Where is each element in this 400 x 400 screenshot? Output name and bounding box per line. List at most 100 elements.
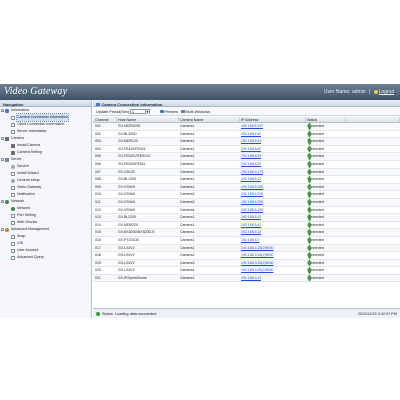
table-row[interactable]: 016 GV-PTZ010D Camera1 192.168.5.7 Connected [93, 236, 400, 245]
ip-address-link[interactable]: 192.168.5.41 [241, 138, 261, 145]
channel-cell: 015 [95, 230, 101, 235]
nav-item[interactable]: Port Setting [0, 212, 91, 219]
ip-address-link[interactable]: 192.168.5.52 [241, 161, 261, 168]
table-row[interactable]: 007 GV-CB120 Camera1 192.168.0.174 Connected [93, 168, 400, 177]
app-title: Video Gateway [4, 86, 68, 97]
column-header-host-name[interactable]: Host Name [117, 117, 179, 122]
ip-address-link[interactable]: 192.168.5.51 [241, 153, 261, 160]
nav-item[interactable]: Network [0, 205, 91, 212]
ip-address-link[interactable]: 192.168.3.25(2)5000 [241, 245, 274, 252]
channel-cell: 003 [95, 139, 101, 144]
ip-address-link[interactable]: 192.168.5.12 [241, 176, 261, 183]
nav-item[interactable]: Camera Setting [0, 149, 91, 156]
channel-cell: 005 [95, 154, 101, 159]
table-row[interactable]: 004 GV-FE420/FE421 Camera1 192.168.5.50 Conn… [93, 145, 400, 154]
table-row[interactable]: 020 GV-LX4V2 Camera4 192.168.3.25(2)5000 Con… [93, 267, 400, 275]
camera-name-cell: Camera1 [180, 215, 195, 220]
multi-windows-button[interactable]: Multi Windows [181, 110, 210, 114]
ip-address-link[interactable]: 192.168.5.7 [241, 237, 260, 244]
column-header-camera-name[interactable]: Camera Name [179, 117, 240, 122]
ip-address-link[interactable]: 192.168.3.25(2)5000 [241, 260, 274, 267]
host-name-cell: GV-MDR320D [118, 124, 141, 128]
column-header-ip-address[interactable]: IP Address [240, 117, 306, 122]
nav-group-label: Information [11, 108, 29, 112]
ip-address-link[interactable]: 192.168.5.220 [241, 207, 263, 214]
collapse-icon[interactable]: − [1, 200, 4, 204]
ip-address-link[interactable]: 192.168.5.220 [241, 199, 263, 206]
nav-group[interactable]: − Advanced Management [0, 226, 91, 233]
table-row[interactable]: 012 GV-VS04H Camera4 192.168.5.220 Connected [93, 206, 400, 215]
column-header-status[interactable]: Status [306, 117, 346, 122]
nav-group[interactable]: − Information [0, 107, 91, 114]
nav-item[interactable]: GIS [0, 240, 91, 247]
user-separator: | [369, 89, 371, 95]
ip-address-link[interactable]: 192.168.3.25(2)5000 [241, 267, 274, 274]
table-row[interactable]: 003 GV-MDR120 Camera1 192.168.5.41 Connected [93, 138, 400, 146]
camera-icon [5, 136, 9, 141]
nav-item[interactable]: Advanced Query [0, 254, 91, 261]
channel-cell: 004 [95, 146, 101, 151]
collapse-icon[interactable]: − [1, 137, 4, 141]
status-cell: Connected [306, 138, 346, 145]
chevron-down-icon[interactable]: ▼ [145, 109, 149, 114]
ip-address-link[interactable]: 192.168.5.227 [241, 123, 263, 130]
table-row[interactable]: 001 GV-MDR320D Camera1 192.168.5.227 Connect… [93, 123, 400, 131]
table-row[interactable]: 017 GV-LX4V2 Camera1 192.168.3.25(2)5000 Con… [93, 244, 400, 253]
nav-item[interactable]: Install Wizard [0, 170, 91, 177]
nav-item[interactable]: User Account [0, 247, 91, 254]
nav-item[interactable]: General setup [0, 177, 91, 184]
preview-button[interactable]: Preview [160, 110, 178, 114]
nav-item[interactable]: Install Camera [0, 142, 91, 149]
table-row[interactable]: 010 GV-VS04H Camera2 192.168.5.220 Connected [93, 191, 400, 199]
nav-item[interactable]: Video Gateway [0, 184, 91, 191]
table-row[interactable]: 021 GV-IPSpeedDome Camera1 192.168.3.19 Conn… [93, 274, 400, 283]
nav-item[interactable]: Client Connection Information [0, 121, 91, 128]
logout-link[interactable]: Logout [379, 89, 394, 95]
table-row[interactable]: 008 GV-BL1200 Camera1 192.168.5.12 Connected [93, 176, 400, 184]
nav-item[interactable]: Camera Connection Information [0, 113, 91, 122]
collapse-icon[interactable]: − [1, 228, 4, 232]
ip-address-link[interactable]: 192.168.5.18 [241, 229, 261, 236]
camera-name-cell: Camera1 [180, 124, 195, 128]
nav-item-label: User Account [17, 248, 39, 252]
nav-item-label: Web Service [17, 220, 38, 224]
collapse-icon[interactable]: − [1, 109, 4, 113]
channel-cell: 008 [95, 177, 101, 182]
ip-address-link[interactable]: 192.168.5.220 [241, 191, 263, 198]
table-row[interactable]: 009 GV-VS04H Camera1 192.168.5.220 Connected [93, 183, 400, 192]
nav-item[interactable]: Notification [0, 191, 91, 198]
ip-address-link[interactable]: 192.168.3.19 [241, 275, 261, 282]
table-row[interactable]: 018 GV-LX4V2 Camera2 192.168.3.25(2)5000 Con… [93, 252, 400, 260]
ip-address-link[interactable]: 192.168.5.40 [241, 131, 261, 138]
table-row[interactable]: 002 GV-BL320D Camera1 192.168.5.40 Connected [93, 130, 400, 139]
connected-icon [308, 130, 311, 138]
nav-item[interactable]: Web Service [0, 219, 91, 226]
table-row[interactable]: 006 GV-FE520/FE521 Camera1 192.168.5.52 Conn… [93, 160, 400, 169]
nav-group[interactable]: − Server [0, 156, 91, 163]
nav-item[interactable]: Server Information [0, 128, 91, 135]
status-message: Loading data succeeded. [115, 312, 158, 316]
nav-item[interactable]: Service [0, 163, 91, 170]
table-row[interactable]: 011 GV-VS04H Camera3 192.168.5.220 Connected [93, 198, 400, 207]
ip-address-link[interactable]: 192.168.5.220 [241, 184, 263, 191]
update-period-select[interactable]: 1 ▼ [130, 108, 150, 114]
camera-name-cell: Camera1 [180, 169, 195, 174]
nav-group[interactable]: − Network [0, 198, 91, 205]
nav-item[interactable]: Snap [0, 233, 91, 240]
ip-address-link[interactable]: 192.168.0.174 [241, 169, 263, 176]
nav-group[interactable]: − Camera [0, 135, 91, 142]
column-header-channel[interactable]: Channel [93, 117, 117, 122]
main-panel: Camera Connection Information Update Per… [93, 100, 400, 318]
ip-address-link[interactable]: 192.168.3.25(2)5000 [241, 252, 274, 259]
table-row[interactable]: 013 GV-BL2200 Camera1 192.168.5.13 Connected [93, 214, 400, 222]
gear-icon [11, 178, 15, 183]
table-row[interactable]: 014 GV-MDR220 Camera1 192.168.5.42 Connected [93, 221, 400, 230]
table-row[interactable]: 019 GV-LX4V2 Camera3 192.168.3.25(2)5000 Con… [93, 259, 400, 268]
table-row[interactable]: 005 GV-FE520V/FE521V Camera1 192.168.5.51 Co… [93, 153, 400, 161]
ip-address-link[interactable]: 192.168.5.50 [241, 146, 261, 153]
ip-address-link[interactable]: 192.168.5.42 [241, 222, 261, 229]
collapse-icon[interactable]: − [1, 158, 4, 162]
logout-icon[interactable] [373, 89, 378, 94]
ip-address-link[interactable]: 192.168.5.13 [241, 214, 261, 221]
table-row[interactable]: 015 GV-BX520D/BX520D-E Camera1 192.168.5.18… [93, 229, 400, 237]
